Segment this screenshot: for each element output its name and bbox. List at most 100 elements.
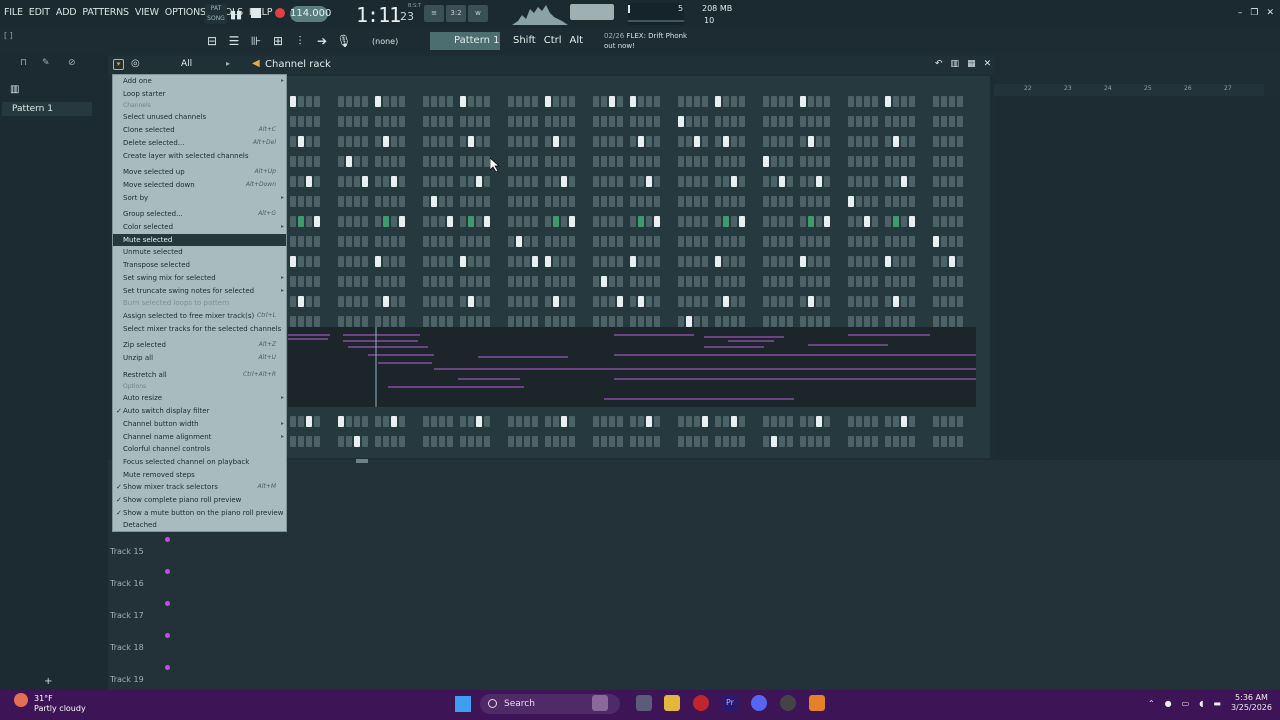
step-button[interactable]	[824, 276, 830, 287]
step-button[interactable]	[872, 196, 878, 207]
step-button[interactable]	[516, 176, 522, 187]
track-led[interactable]	[165, 537, 170, 542]
step-button[interactable]	[314, 276, 320, 287]
step-button[interactable]	[933, 156, 939, 167]
playlist-arrangement[interactable]	[994, 96, 1280, 460]
step-button[interactable]	[949, 296, 955, 307]
step-button[interactable]	[338, 296, 344, 307]
step-button[interactable]	[694, 436, 700, 447]
step-button[interactable]	[532, 256, 538, 267]
piano-roll-icon[interactable]: ⊪	[248, 33, 264, 49]
step-button[interactable]	[306, 256, 312, 267]
step-button[interactable]	[569, 236, 575, 247]
step-button[interactable]	[561, 96, 567, 107]
step-button[interactable]	[808, 276, 814, 287]
playlist-icon[interactable]: ⊟	[204, 33, 220, 49]
step-button[interactable]	[524, 416, 530, 427]
step-button[interactable]	[439, 176, 445, 187]
step-button[interactable]	[314, 256, 320, 267]
step-button[interactable]	[808, 216, 814, 227]
step-button[interactable]	[694, 96, 700, 107]
step-button[interactable]	[787, 256, 793, 267]
step-button[interactable]	[468, 216, 474, 227]
step-button[interactable]	[553, 296, 559, 307]
step-button[interactable]	[731, 216, 737, 227]
menu-item[interactable]: Mute selected	[113, 233, 286, 247]
step-button[interactable]	[524, 236, 530, 247]
step-button[interactable]	[787, 416, 793, 427]
menu-item[interactable]: Loop starter	[113, 88, 286, 101]
step-button[interactable]	[909, 156, 915, 167]
step-button[interactable]	[601, 436, 607, 447]
step-button[interactable]	[800, 436, 806, 447]
step-button[interactable]	[314, 96, 320, 107]
step-button[interactable]	[630, 116, 636, 127]
step-button[interactable]	[298, 256, 304, 267]
step-button[interactable]	[338, 256, 344, 267]
step-button[interactable]	[771, 156, 777, 167]
step-button[interactable]	[593, 296, 599, 307]
step-button[interactable]	[731, 116, 737, 127]
step-button[interactable]	[893, 116, 899, 127]
step-button[interactable]	[545, 296, 551, 307]
step-button[interactable]	[290, 236, 296, 247]
step-button[interactable]	[933, 276, 939, 287]
step-button[interactable]	[508, 296, 514, 307]
step-button[interactable]	[362, 276, 368, 287]
step-button[interactable]	[298, 136, 304, 147]
step-button[interactable]	[901, 256, 907, 267]
step-button[interactable]	[391, 416, 397, 427]
step-button[interactable]	[901, 296, 907, 307]
step-button[interactable]	[423, 196, 429, 207]
opera-icon[interactable]	[693, 695, 709, 711]
step-button[interactable]	[569, 256, 575, 267]
step-button[interactable]	[524, 296, 530, 307]
menu-edit[interactable]: EDIT	[29, 7, 50, 18]
step-button[interactable]	[957, 436, 963, 447]
step-button[interactable]	[468, 196, 474, 207]
step-button[interactable]	[856, 296, 862, 307]
step-button[interactable]	[383, 316, 389, 327]
step-button[interactable]	[646, 436, 652, 447]
step-button[interactable]	[298, 416, 304, 427]
step-button[interactable]	[532, 276, 538, 287]
step-button[interactable]	[787, 156, 793, 167]
step-button[interactable]	[447, 156, 453, 167]
step-button[interactable]	[694, 116, 700, 127]
step-button[interactable]	[957, 256, 963, 267]
step-button[interactable]	[399, 96, 405, 107]
step-button[interactable]	[354, 276, 360, 287]
step-button[interactable]	[646, 236, 652, 247]
step-button[interactable]	[686, 96, 692, 107]
step-button[interactable]	[399, 196, 405, 207]
step-button[interactable]	[468, 96, 474, 107]
step-button[interactable]	[808, 316, 814, 327]
news-panel[interactable]: 02/26 FLEX: Drift Phonk out now!	[604, 31, 687, 51]
step-button[interactable]	[516, 436, 522, 447]
step-button[interactable]	[447, 276, 453, 287]
step-button[interactable]	[362, 116, 368, 127]
step-button[interactable]	[800, 416, 806, 427]
step-button[interactable]	[391, 156, 397, 167]
step-button[interactable]	[338, 316, 344, 327]
step-button[interactable]	[306, 296, 312, 307]
step-button[interactable]	[678, 136, 684, 147]
step-button[interactable]	[763, 216, 769, 227]
step-button[interactable]	[638, 436, 644, 447]
step-button[interactable]	[468, 136, 474, 147]
step-button[interactable]	[391, 196, 397, 207]
step-button[interactable]	[646, 416, 652, 427]
step-button[interactable]	[739, 216, 745, 227]
step-button[interactable]	[771, 176, 777, 187]
step-button[interactable]	[431, 96, 437, 107]
step-button[interactable]	[447, 436, 453, 447]
menu-item[interactable]: ✓ Show complete piano roll preview	[113, 494, 286, 507]
step-button[interactable]	[447, 316, 453, 327]
step-button[interactable]	[290, 176, 296, 187]
step-button[interactable]	[654, 216, 660, 227]
step-button[interactable]	[290, 116, 296, 127]
step-button[interactable]	[739, 236, 745, 247]
step-button[interactable]	[941, 96, 947, 107]
step-button[interactable]	[678, 296, 684, 307]
step-button[interactable]	[824, 96, 830, 107]
